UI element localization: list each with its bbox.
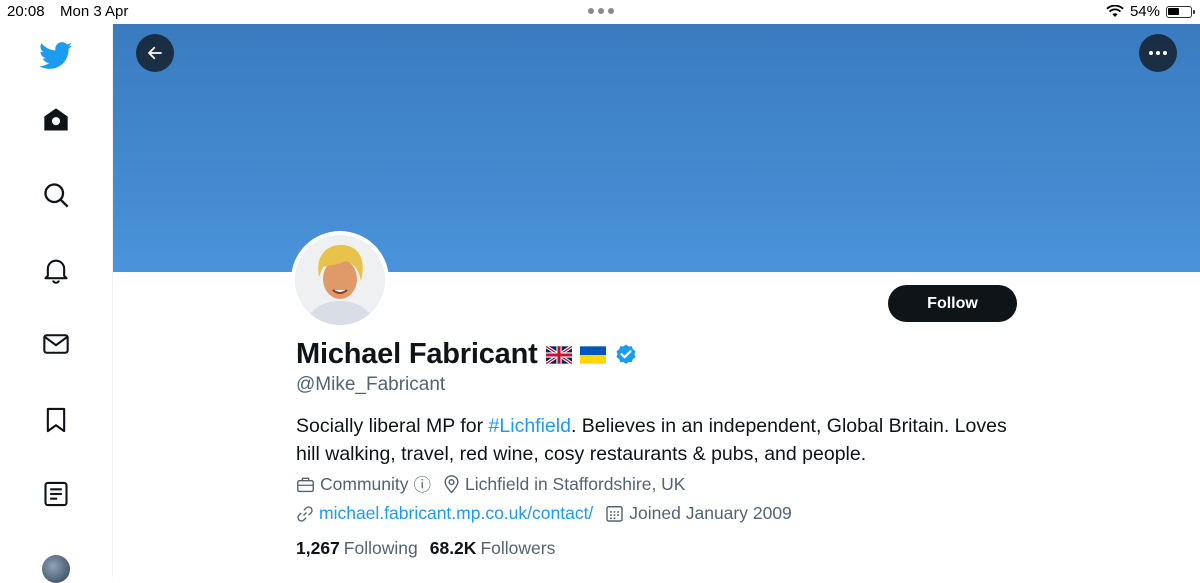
back-button[interactable] xyxy=(136,34,174,72)
joined-label: Joined January 2009 xyxy=(629,503,792,523)
profile-stats: 1,267 Following 68.2K Followers xyxy=(296,538,567,559)
status-right: 54% xyxy=(1106,3,1195,20)
follow-button[interactable]: Follow xyxy=(888,285,1017,322)
category-info-icon[interactable]: ⓘ xyxy=(414,472,432,497)
wifi-icon xyxy=(1106,5,1124,17)
battery-percent: 54% xyxy=(1129,3,1160,20)
location-pin-icon xyxy=(444,475,459,494)
bookmark-icon[interactable] xyxy=(38,402,74,438)
profile-banner xyxy=(113,24,1200,272)
briefcase-icon xyxy=(297,477,314,493)
following-count: 1,267 xyxy=(296,538,340,558)
profile-avatar[interactable] xyxy=(291,231,389,329)
profile-meta-row: Community ⓘ Lichfield in Staffordshire, … xyxy=(296,472,698,497)
search-icon[interactable] xyxy=(38,177,74,213)
multitasking-dots-icon[interactable] xyxy=(588,8,614,14)
home-icon[interactable] xyxy=(38,102,74,138)
ukraine-flag-icon xyxy=(579,345,606,364)
followers-count: 68.2K xyxy=(429,538,477,558)
account-avatar[interactable] xyxy=(42,555,70,583)
website-link[interactable]: michael.fabricant.mp.co.uk/contact/ xyxy=(319,503,593,524)
bio-text-prefix: Socially liberal MP for xyxy=(296,415,489,437)
twitter-bird-icon[interactable] xyxy=(38,38,74,74)
uk-flag-icon xyxy=(545,345,572,364)
link-icon xyxy=(297,505,313,522)
bio-hashtag-link[interactable]: #Lichfield xyxy=(489,415,571,437)
profile-meta-row-2: michael.fabricant.mp.co.uk/contact/ Join… xyxy=(296,503,804,524)
profile-name-row: Michael Fabricant xyxy=(296,338,638,371)
more-dots-icon xyxy=(1149,51,1167,55)
profile-name: Michael Fabricant xyxy=(296,338,538,370)
profile-bio: Socially liberal MP for #Lichfield. Beli… xyxy=(296,412,1016,468)
list-icon[interactable] xyxy=(38,476,74,512)
profile-photo xyxy=(295,235,385,325)
status-date: Mon 3 Apr xyxy=(60,3,129,20)
status-time: 20:08 xyxy=(7,3,45,20)
following-label: Following xyxy=(343,538,418,558)
status-bar: 20:08 Mon 3 Apr 54% xyxy=(0,0,1200,24)
more-options-button[interactable] xyxy=(1139,34,1177,72)
profile-joined: Joined January 2009 xyxy=(605,503,792,524)
following-stat[interactable]: 1,267 Following xyxy=(296,538,418,559)
sidebar-nav xyxy=(0,24,113,583)
profile-website: michael.fabricant.mp.co.uk/contact/ xyxy=(296,503,593,524)
followers-label: Followers xyxy=(480,538,556,558)
bell-icon[interactable] xyxy=(38,252,74,288)
profile-location: Lichfield in Staffordshire, UK xyxy=(443,474,686,495)
location-label: Lichfield in Staffordshire, UK xyxy=(465,474,686,494)
battery-icon xyxy=(1166,5,1195,18)
category-label: Community xyxy=(320,474,409,494)
profile-handle: @Mike_Fabricant xyxy=(296,374,446,395)
calendar-icon xyxy=(606,506,624,522)
back-arrow-icon xyxy=(148,46,162,60)
mail-icon[interactable] xyxy=(38,326,74,362)
verified-badge-icon xyxy=(616,344,636,364)
profile-category: Community ⓘ xyxy=(296,472,431,497)
followers-stat[interactable]: 68.2K Followers xyxy=(430,538,556,559)
